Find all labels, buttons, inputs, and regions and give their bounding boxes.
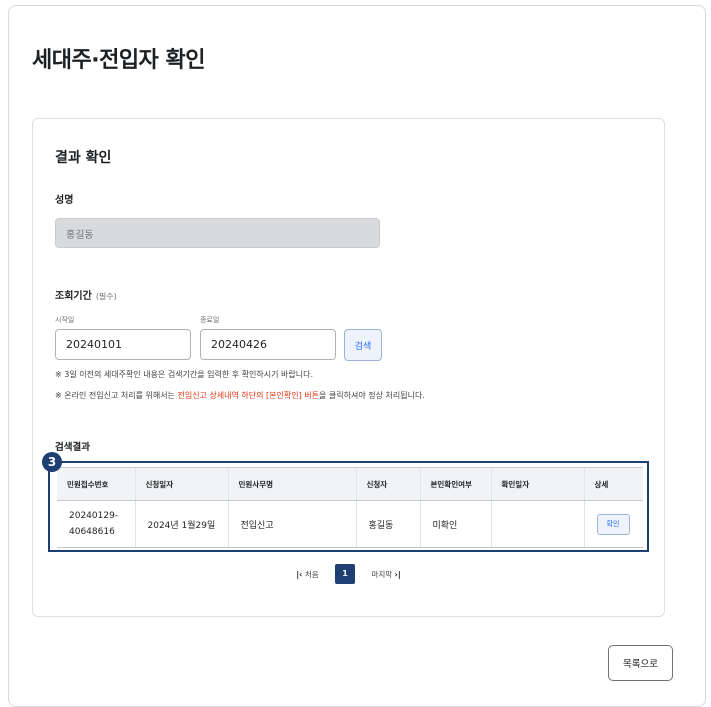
period-label: 조회기간 (필수) bbox=[55, 287, 117, 302]
results-table: 민원접수번호 신청일자 민원사무명 신청자 본인확인여부 확인일자 상세 202… bbox=[57, 467, 643, 548]
applicant-cell: 홍길동 bbox=[355, 500, 420, 548]
receipt-number-part-2: 40648616 bbox=[69, 527, 115, 537]
column-header: 민원접수번호 bbox=[57, 467, 135, 501]
results-title: 검색결과 bbox=[55, 442, 90, 453]
column-header: 상세 bbox=[583, 467, 643, 501]
verification-status-cell: 미확인 bbox=[419, 500, 491, 548]
name-field bbox=[55, 218, 380, 248]
page-title: 세대주·전입자 확인 bbox=[32, 48, 205, 73]
column-header: 신청자 bbox=[355, 467, 420, 501]
end-date-input[interactable] bbox=[200, 329, 336, 360]
column-header: 확인일자 bbox=[490, 467, 584, 501]
application-date-cell: 2024년 1월29일 bbox=[134, 500, 228, 548]
table-row: 20240129- 40648616 2024년 1월29일 전입신고 홍길동 … bbox=[57, 500, 643, 548]
receipt-number-cell: 20240129- 40648616 bbox=[57, 500, 135, 548]
table-header-row: 민원접수번호 신청일자 민원사무명 신청자 본인확인여부 확인일자 상세 bbox=[57, 467, 643, 501]
result-section: 결과 확인 성명 조회기간(필수) 시작일 종료일 검색 ※ 3일 이전의 세대… bbox=[32, 118, 665, 617]
period-label-text: 조회기간 bbox=[55, 291, 92, 302]
back-to-list-button[interactable]: 목록으로 bbox=[608, 645, 673, 681]
last-page-label: 마지막 bbox=[371, 569, 393, 579]
verify-button[interactable]: 확인 bbox=[596, 513, 630, 535]
start-date-input[interactable] bbox=[55, 329, 191, 360]
notice-line-2: ※ 온라인 전입신고 처리를 위해서는 전입신고 상세내역 하단의 [본인확인]… bbox=[55, 390, 425, 401]
pagination: |‹ 처음 1 마지막 ›| bbox=[33, 564, 664, 584]
start-date-label: 시작일 bbox=[55, 316, 75, 324]
column-header: 민원사무명 bbox=[227, 467, 356, 501]
first-page-icon: |‹ bbox=[296, 569, 303, 579]
first-page-link[interactable]: |‹ 처음 bbox=[296, 569, 318, 580]
confirm-date-cell bbox=[490, 500, 584, 548]
notice-line-1: ※ 3일 이전의 세대주확인 내용은 검색기간을 입력한 후 확인하시기 바랍니… bbox=[55, 370, 314, 379]
notice-line-2-prefix: ※ 온라인 전입신고 처리를 위해서는 bbox=[55, 391, 178, 400]
name-label: 성명 bbox=[55, 195, 74, 206]
last-page-icon: ›| bbox=[394, 569, 401, 579]
section-title: 결과 확인 bbox=[55, 150, 112, 166]
search-button[interactable]: 검색 bbox=[344, 329, 382, 361]
notice-line-2-suffix: 을 클릭하셔야 정상 처리됩니다. bbox=[319, 391, 425, 400]
service-name-cell: 전입신고 bbox=[227, 500, 356, 548]
required-mark: (필수) bbox=[95, 292, 117, 301]
last-page-link[interactable]: 마지막 ›| bbox=[371, 569, 400, 580]
notice-line-2-highlight: 전입신고 상세내역 하단의 [본인확인] 버튼 bbox=[177, 391, 320, 400]
annotation-badge: 3 bbox=[42, 452, 62, 472]
current-page-button[interactable]: 1 bbox=[335, 564, 356, 584]
end-date-label: 종료일 bbox=[200, 316, 220, 324]
first-page-label: 처음 bbox=[304, 569, 319, 579]
column-header: 신청일자 bbox=[134, 467, 228, 501]
receipt-number-part-1: 20240129- bbox=[69, 511, 119, 521]
detail-cell: 확인 bbox=[583, 500, 643, 548]
column-header: 본인확인여부 bbox=[419, 467, 491, 501]
